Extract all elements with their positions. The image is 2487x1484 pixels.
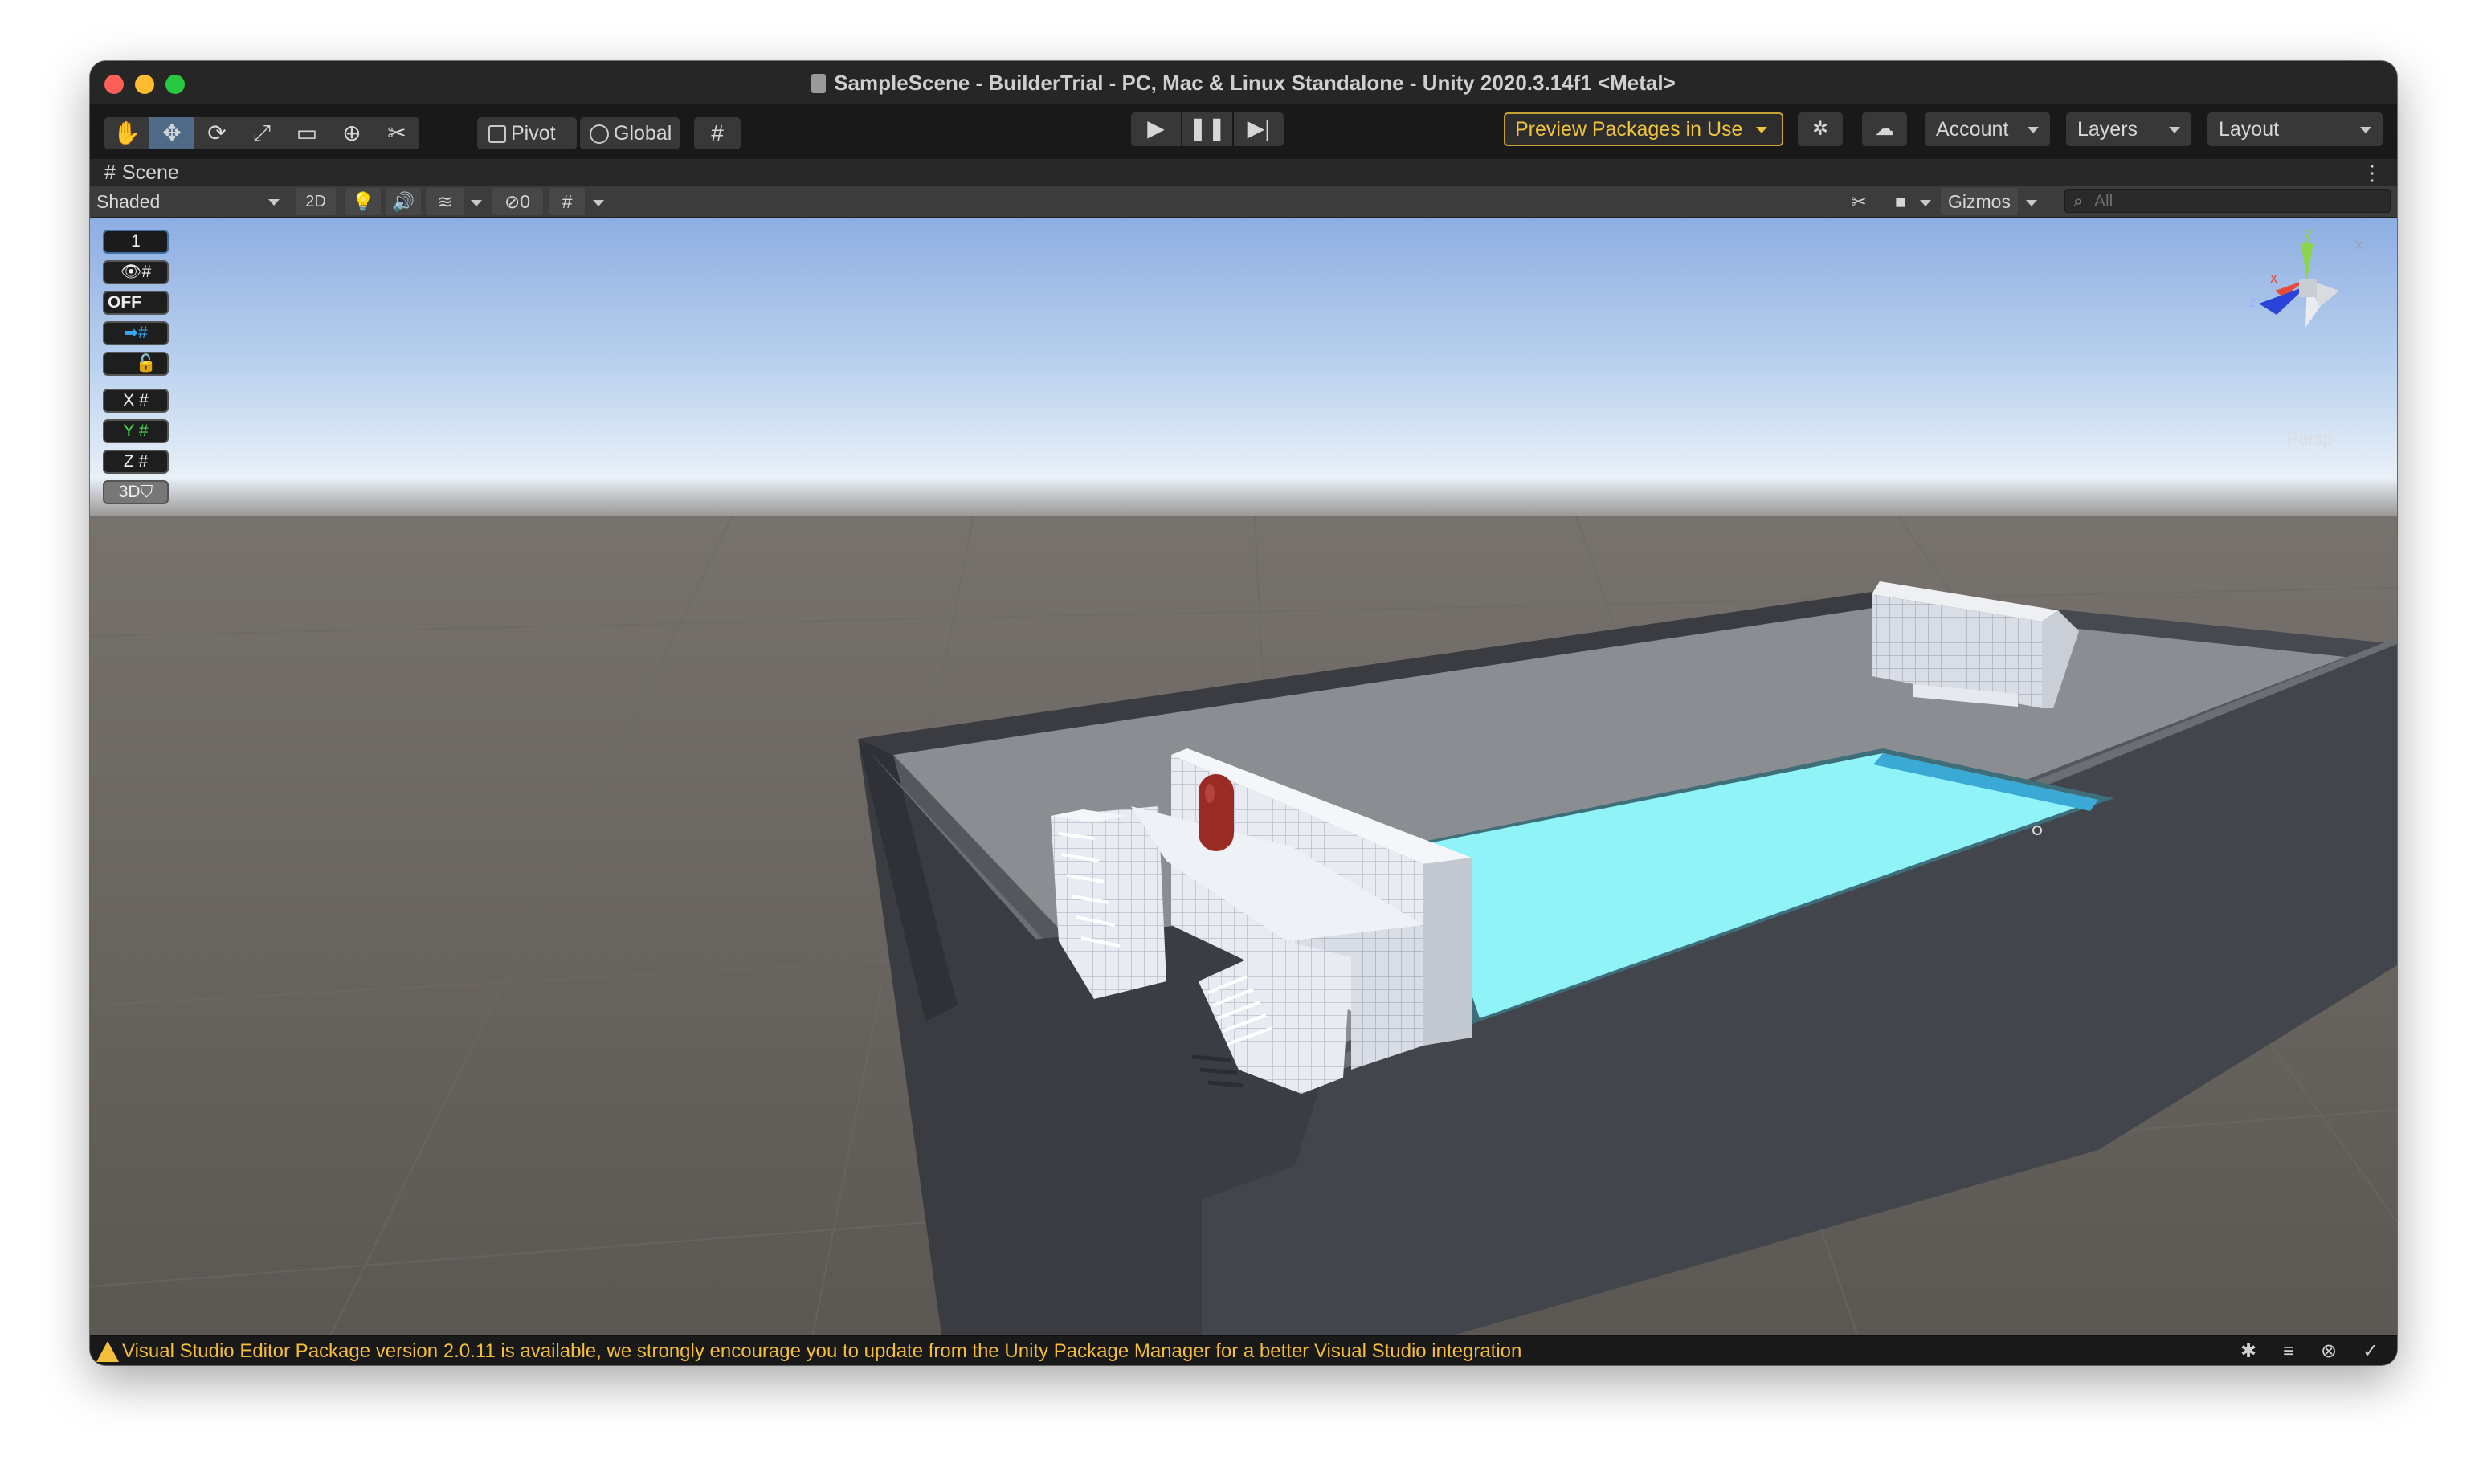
projection-label[interactable]: Persp [2287, 429, 2333, 450]
cloud-icon[interactable]: ☁ [1862, 112, 1907, 146]
eye-slash-icon: ⊘ [504, 191, 521, 212]
scale-tool-icon[interactable]: ⤢ [239, 117, 284, 149]
gizmo-axis-z-label: z [2249, 294, 2256, 310]
grid-visibility-icon[interactable]: # [549, 188, 585, 215]
step-button[interactable]: ▶| [1234, 112, 1284, 146]
chevron-down-icon [471, 199, 482, 206]
pivot-toggle[interactable]: Pivot [477, 117, 577, 149]
grid-snap-icon[interactable]: # [694, 117, 741, 149]
chevron-down-icon [2026, 199, 2037, 206]
play-button[interactable]: ▶ [1131, 112, 1181, 146]
eye-icon: 👁 [120, 263, 142, 281]
no-debug-icon[interactable]: ⊗ [2317, 1339, 2341, 1364]
collab-settings-icon[interactable]: ✲ [1798, 112, 1843, 146]
chevron-down-icon [2360, 127, 2371, 133]
grid-icon: # [141, 263, 152, 281]
snap-toggle[interactable]: OFF [103, 291, 169, 315]
preview-packages-button[interactable]: Preview Packages in Use [1504, 112, 1783, 146]
grid-icon: # [139, 391, 149, 410]
move-snap-toggle[interactable]: ➡# [103, 321, 169, 345]
lock-toggle[interactable]: 🔓 [103, 352, 169, 376]
lock-icon: 🔓 [135, 354, 157, 373]
status-warning-message[interactable]: Visual Studio Editor Package version 2.0… [122, 1336, 1521, 1365]
warning-icon [96, 1341, 119, 1362]
axis-z-toggle[interactable]: Z # [103, 450, 169, 474]
layout-dropdown[interactable]: Layout [2207, 112, 2383, 146]
effects-dropdown[interactable] [466, 188, 487, 215]
gizmos-dropdown[interactable] [2021, 188, 2042, 215]
chevron-down-icon [1756, 127, 1768, 134]
lighting-icon[interactable]: 💡 [345, 188, 381, 215]
snap-increment-field[interactable]: 1 [103, 230, 169, 254]
chevron-down-icon [2169, 127, 2180, 133]
audio-icon[interactable]: 🔊 [386, 188, 421, 215]
layers-dropdown[interactable]: Layers [2066, 112, 2191, 146]
unity-scene-icon [811, 74, 827, 93]
window-title: SampleScene - BuilderTrial - PC, Mac & L… [834, 71, 1676, 95]
shading-mode-dropdown[interactable]: Shaded [96, 188, 286, 215]
move-tool-icon[interactable]: ✥ [149, 117, 194, 149]
unity-editor-window: SampleScene - BuilderTrial - PC, Mac & L… [90, 61, 2397, 1365]
title-bar: SampleScene - BuilderTrial - PC, Mac & L… [90, 61, 2397, 106]
grid-icon: # [137, 324, 148, 342]
grid-dropdown[interactable] [588, 188, 609, 215]
3d-mode-toggle[interactable]: 3D⛉ [103, 480, 169, 504]
orientation-gizmo-icon[interactable]: y x z x [2243, 226, 2371, 347]
pause-button[interactable]: ❚❚ [1182, 112, 1232, 146]
scene-toolbar: Shaded 2D 💡 🔊 ≋ ⊘0 # ✂ ■ Gizmos ⌕ All [90, 186, 2397, 218]
2d-mode-toggle[interactable]: 2D [296, 188, 336, 215]
rect-tool-icon[interactable]: ▭ [284, 117, 329, 149]
hidden-objects-toggle[interactable]: ⊘0 [492, 188, 543, 215]
gizmo-axis-x-label: x [2270, 270, 2277, 286]
chevron-down-icon [2028, 127, 2039, 133]
gizmos-button[interactable]: Gizmos [1941, 188, 2018, 215]
pivot-icon [488, 125, 506, 143]
axis-y-toggle[interactable]: Y # [103, 419, 169, 443]
hand-tool-icon[interactable]: ✋ [104, 117, 149, 149]
effects-icon[interactable]: ≋ [426, 188, 464, 215]
globe-icon [590, 124, 609, 144]
check-circle-icon[interactable]: ✓ [2358, 1339, 2383, 1364]
player-capsule[interactable] [1199, 774, 1234, 851]
camera-dropdown[interactable] [1915, 188, 1936, 215]
chevron-down-icon [1920, 199, 1931, 206]
rotate-tool-icon[interactable]: ⟳ [194, 117, 239, 149]
global-toggle[interactable]: Global [580, 117, 680, 149]
grid-icon: # [138, 452, 149, 471]
tab-scene[interactable]: # Scene [104, 159, 179, 186]
shield-icon: ⛉ [140, 483, 153, 501]
grid-icon: # [138, 422, 149, 440]
custom-tool-icon[interactable]: ✂ [374, 117, 419, 149]
status-bar: Visual Studio Editor Package version 2.0… [90, 1335, 2397, 1365]
tools-icon[interactable]: ✂ [1843, 188, 1875, 215]
bug-icon[interactable]: ✱ [2236, 1339, 2260, 1364]
gizmo-axis-y-label: y [2304, 226, 2312, 243]
search-icon: ⌕ [2073, 192, 2083, 210]
scene-render [90, 218, 2397, 1335]
chevron-down-icon [268, 199, 280, 206]
camera-icon[interactable]: ■ [1885, 188, 1917, 215]
scene-viewport[interactable]: 1 👁# OFF ➡# 🔓 X # Y # Z # 3D⛉ y x z x Pe… [90, 218, 2397, 1335]
more-options-icon[interactable]: ⋮ [2362, 159, 2383, 186]
account-dropdown[interactable]: Account [1925, 112, 2050, 146]
axis-x-toggle[interactable]: X # [103, 389, 169, 413]
scene-tab-bar: # Scene ⋮ [90, 159, 2397, 186]
arrow-right-icon: ➡ [124, 324, 138, 342]
grid-icon: # [104, 161, 116, 184]
visibility-grid-toggle[interactable]: 👁# [103, 260, 169, 284]
chevron-down-icon [593, 199, 604, 206]
transform-tool-icon[interactable]: ⊕ [329, 117, 374, 149]
scene-search-input[interactable]: ⌕ All [2064, 189, 2391, 213]
svg-text:x: x [2355, 236, 2362, 252]
database-icon[interactable]: ≡ [2277, 1339, 2301, 1364]
